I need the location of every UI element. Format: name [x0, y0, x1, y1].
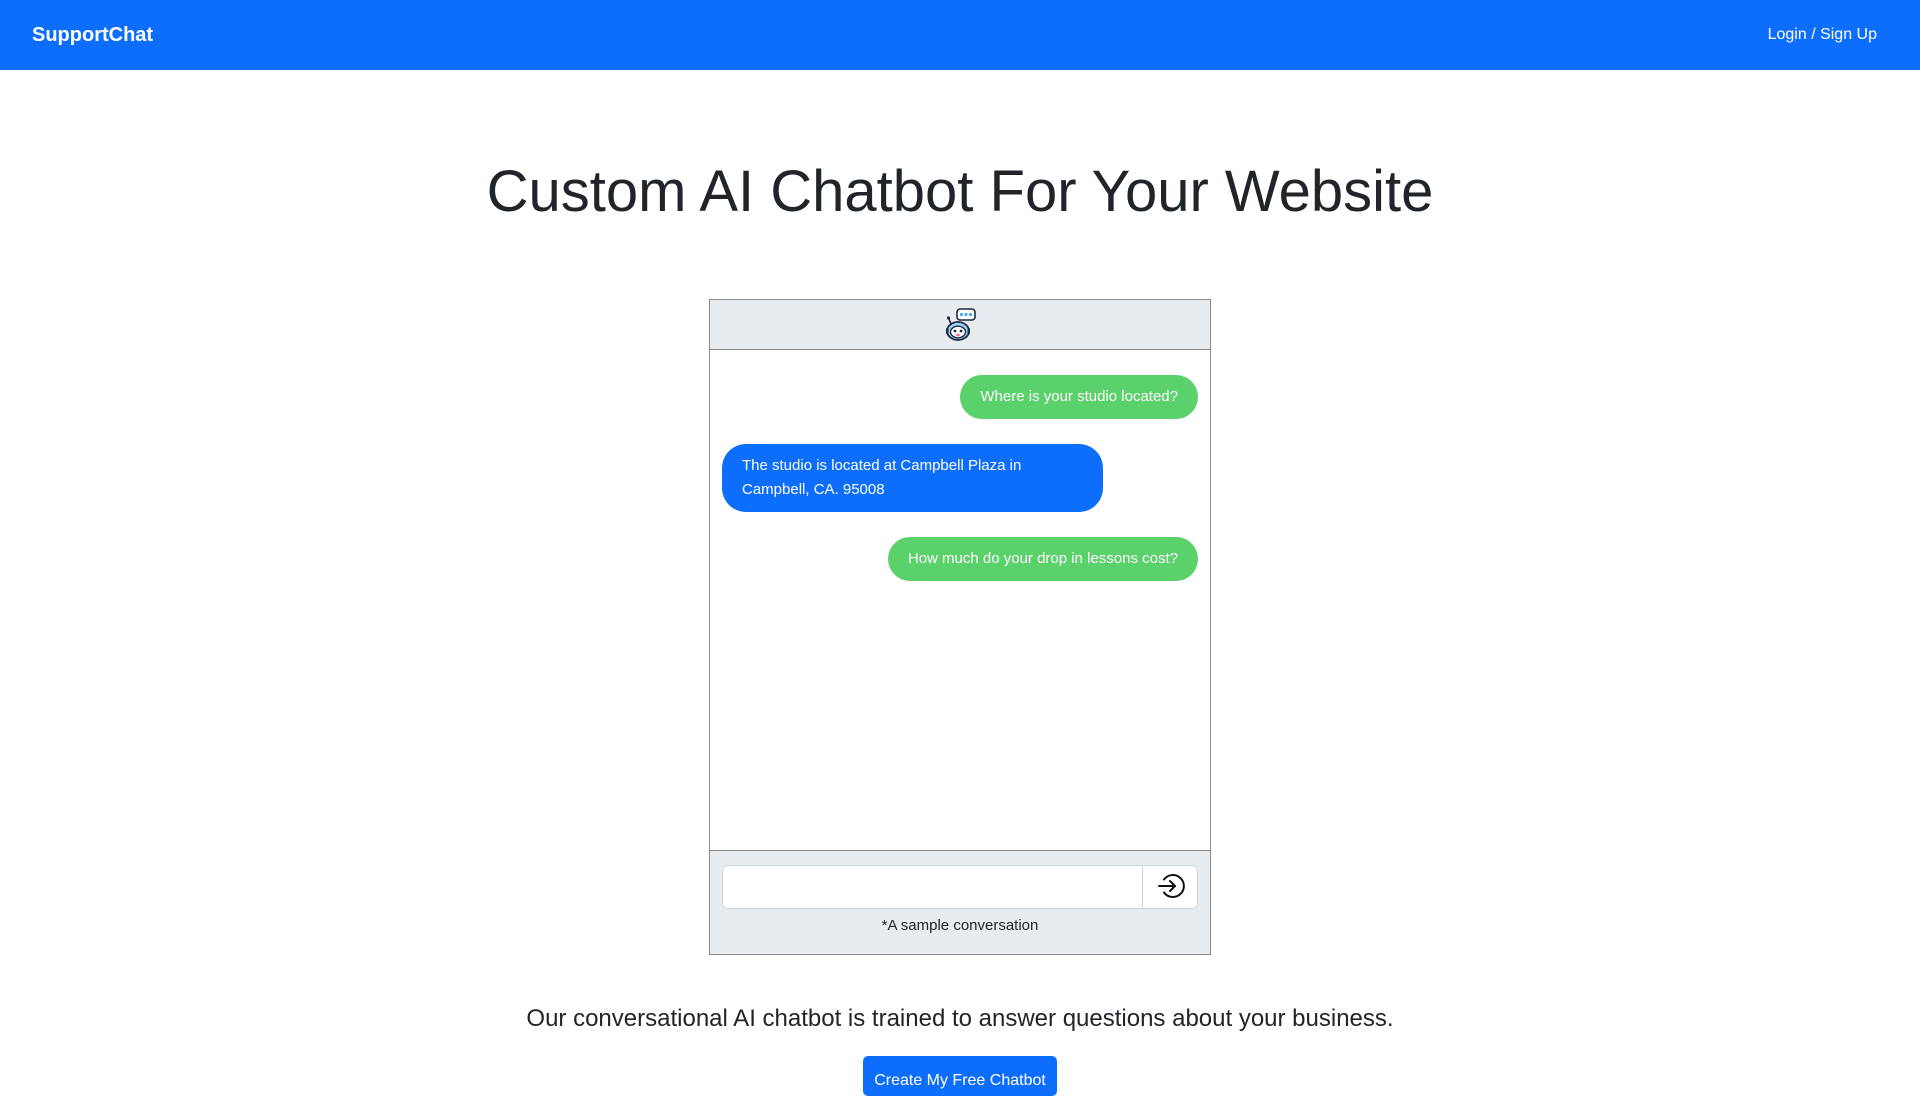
user-message-bubble: How much do your drop in lessons cost?	[887, 537, 1198, 581]
user-message-bubble: Where is your studio located?	[960, 375, 1198, 419]
chat-message-row: The studio is located at Campbell Plaza …	[722, 444, 1198, 512]
brand-logo[interactable]: SupportChat	[32, 24, 153, 47]
send-button[interactable]	[1142, 866, 1197, 908]
chat-message-row: How much do your drop in lessons cost?	[722, 537, 1198, 581]
page-title: Custom AI Chatbot For Your Website	[486, 159, 1434, 224]
tagline: Our conversational AI chatbot is trained…	[526, 1005, 1394, 1032]
chat-footer: *A sample conversation	[710, 850, 1210, 954]
chat-input-group	[722, 865, 1198, 909]
chat-messages: Where is your studio located? The studio…	[710, 350, 1210, 850]
robot-avatar-icon	[942, 307, 978, 343]
chat-message-input[interactable]	[723, 866, 1142, 908]
sample-conversation-note: *A sample conversation	[881, 917, 1039, 934]
navbar: SupportChat Login / Sign Up	[0, 0, 1920, 70]
chat-widget: Where is your studio located? The studio…	[709, 299, 1211, 955]
arrow-right-circle-icon	[1155, 871, 1185, 904]
chat-header	[710, 300, 1210, 350]
login-signup-link[interactable]: Login / Sign Up	[1768, 26, 1877, 44]
bot-message-bubble: The studio is located at Campbell Plaza …	[722, 444, 1103, 512]
create-chatbot-button[interactable]: Create My Free Chatbot	[863, 1056, 1057, 1096]
chat-message-row: Where is your studio located?	[722, 375, 1198, 419]
